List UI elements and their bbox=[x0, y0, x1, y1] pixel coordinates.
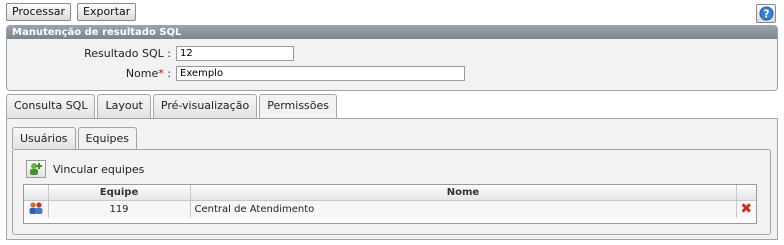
tab-permissions[interactable]: Permissões bbox=[259, 94, 338, 119]
delete-icon[interactable]: ✖ bbox=[740, 201, 752, 217]
tab-users[interactable]: Usuários bbox=[12, 127, 76, 149]
link-team-label: Vincular equipes bbox=[53, 162, 145, 176]
header-name[interactable]: Nome bbox=[190, 185, 737, 201]
tab-teams[interactable]: Equipes bbox=[77, 127, 137, 150]
permissions-panel: Usuários Equipes Vincular equipes Equipe… bbox=[6, 118, 778, 240]
help-icon[interactable]: ? bbox=[756, 4, 776, 23]
tab-sql-query[interactable]: Consulta SQL bbox=[6, 94, 96, 118]
globe-help-icon: ? bbox=[758, 6, 774, 21]
sql-result-panel: Manutenção de resultado SQL Resultado SQ… bbox=[6, 25, 778, 91]
delete-cell: ✖ bbox=[736, 200, 756, 218]
svg-text:?: ? bbox=[763, 8, 769, 20]
name-label: Nome* : bbox=[125, 67, 171, 80]
result-label: Resultado SQL : bbox=[84, 47, 171, 60]
tab-layout[interactable]: Layout bbox=[97, 94, 151, 118]
header-icon-column bbox=[24, 185, 49, 201]
sub-tabs: Usuários Equipes bbox=[12, 127, 139, 150]
required-mark: * bbox=[158, 67, 164, 80]
export-button[interactable]: Exportar bbox=[77, 3, 137, 21]
header-team[interactable]: Equipe bbox=[48, 185, 191, 201]
name-row: Nome* : bbox=[7, 66, 465, 81]
result-row: Resultado SQL : bbox=[7, 46, 294, 61]
header-action-column bbox=[736, 185, 756, 201]
toolbar: Processar Exportar bbox=[6, 3, 137, 21]
process-button[interactable]: Processar bbox=[6, 3, 71, 21]
grid-header-row: Equipe Nome bbox=[24, 185, 756, 201]
team-icon bbox=[24, 200, 49, 218]
cell-team: 119 bbox=[48, 200, 191, 218]
cell-name: Central de Atendimento bbox=[190, 200, 737, 218]
main-tabs: Consulta SQL Layout Pré-visualização Per… bbox=[6, 94, 339, 119]
result-sql-input[interactable] bbox=[176, 46, 294, 61]
teams-panel: Vincular equipes Equipe Nome 119 Central… bbox=[12, 149, 771, 235]
table-row[interactable]: 119 Central de Atendimento ✖ bbox=[24, 200, 756, 218]
add-team-icon bbox=[26, 160, 46, 178]
link-team-button[interactable]: Vincular equipes bbox=[26, 160, 144, 178]
panel-title: Manutenção de resultado SQL bbox=[7, 26, 777, 39]
teams-grid: Equipe Nome 119 Central de Atendimento ✖ bbox=[23, 184, 757, 224]
tab-preview[interactable]: Pré-visualização bbox=[152, 94, 258, 118]
name-input[interactable] bbox=[176, 66, 465, 81]
